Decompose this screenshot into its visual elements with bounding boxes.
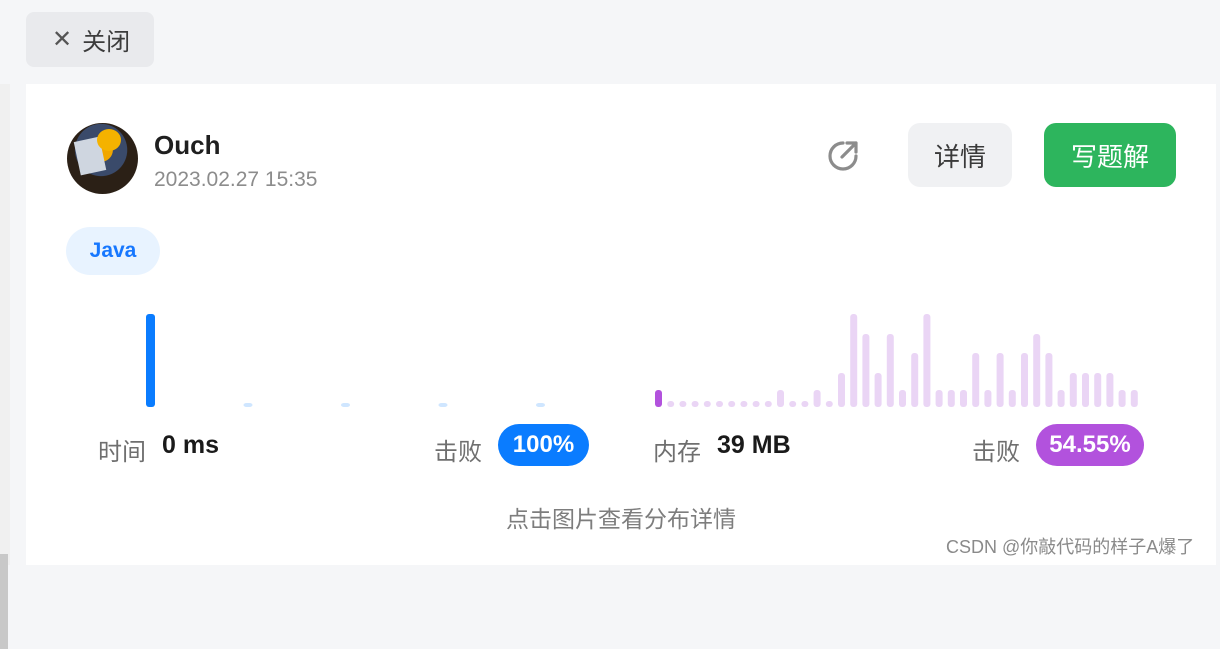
memory-distribution-bar[interactable] xyxy=(1045,353,1053,407)
distribution-hint[interactable]: 点击图片查看分布详情 xyxy=(26,500,1216,534)
memory-distribution-bar[interactable] xyxy=(899,390,906,407)
memory-distribution-bar[interactable] xyxy=(984,390,992,407)
memory-distribution-bar[interactable] xyxy=(789,401,797,407)
watermark: CSDN @你敲代码的样子A爆了 xyxy=(946,537,1195,557)
memory-distribution-bar[interactable] xyxy=(1130,390,1138,407)
memory-distribution-bar[interactable] xyxy=(703,401,711,407)
memory-distribution-bar[interactable] xyxy=(923,314,931,407)
memory-distribution-bar[interactable] xyxy=(691,401,699,407)
close-button[interactable]: ✕ 关闭 xyxy=(26,12,154,67)
memory-distribution-bar[interactable] xyxy=(1033,334,1041,407)
memory-distribution-bar[interactable] xyxy=(862,334,870,407)
runtime-beat-label: 击败 xyxy=(434,439,482,466)
distribution-chart[interactable] xyxy=(26,84,1216,424)
memory-distribution-bar[interactable] xyxy=(874,373,882,407)
memory-distribution-bar[interactable] xyxy=(728,401,736,407)
memory-distribution-bar[interactable] xyxy=(1057,390,1065,407)
runtime-distribution-bar[interactable] xyxy=(146,314,155,407)
memory-distribution-bar[interactable] xyxy=(996,353,1004,407)
left-edge xyxy=(0,84,10,649)
memory-distribution-bar[interactable] xyxy=(838,373,845,407)
memory-distribution-bar[interactable] xyxy=(752,401,760,407)
runtime-value: 0 ms xyxy=(162,431,219,459)
runtime-distribution-bar[interactable] xyxy=(243,403,253,407)
memory-distribution-bar[interactable] xyxy=(1118,390,1126,407)
memory-distribution-bar[interactable] xyxy=(667,401,675,407)
memory-distribution-bar[interactable] xyxy=(655,390,662,407)
memory-distribution-bar[interactable] xyxy=(911,353,919,407)
memory-beat-badge: 54.55% xyxy=(1036,424,1144,466)
memory-distribution-bar[interactable] xyxy=(801,401,809,407)
runtime-beat-badge: 100% xyxy=(498,424,589,466)
memory-beat-label: 击败 xyxy=(972,439,1020,466)
memory-distribution-bar[interactable] xyxy=(1008,390,1016,407)
memory-distribution-bar[interactable] xyxy=(777,390,784,407)
runtime-distribution-bar[interactable] xyxy=(536,403,545,407)
memory-distribution-bar[interactable] xyxy=(886,334,894,407)
memory-distribution-bar[interactable] xyxy=(1094,373,1102,407)
memory-label: 内存 xyxy=(653,439,701,466)
scrollbar-thumb[interactable] xyxy=(0,554,8,649)
memory-distribution-bar[interactable] xyxy=(764,401,772,407)
memory-distribution-bar[interactable] xyxy=(935,390,943,407)
top-bar: ✕ 关闭 xyxy=(0,0,1220,84)
memory-distribution-bar[interactable] xyxy=(740,401,748,407)
memory-distribution-bar[interactable] xyxy=(825,401,833,407)
memory-distribution-bar[interactable] xyxy=(679,401,687,407)
memory-distribution-bar[interactable] xyxy=(1069,373,1077,407)
memory-distribution-bar[interactable] xyxy=(947,390,955,407)
runtime-label: 时间 xyxy=(98,439,146,466)
memory-distribution-bar[interactable] xyxy=(1106,373,1114,407)
memory-distribution-bar[interactable] xyxy=(1082,373,1089,407)
runtime-distribution-bar[interactable] xyxy=(438,403,448,407)
submission-card: Ouch 2023.02.27 15:35 详情 写题解 Java 时间 0 m… xyxy=(26,84,1216,565)
close-label: 关闭 xyxy=(82,29,131,56)
memory-distribution-bar[interactable] xyxy=(960,390,967,407)
memory-distribution-bar[interactable] xyxy=(813,390,821,407)
memory-distribution-bar[interactable] xyxy=(716,401,723,407)
memory-value: 39 MB xyxy=(717,431,791,459)
memory-distribution-bar[interactable] xyxy=(1021,353,1028,407)
memory-distribution-bar[interactable] xyxy=(850,314,858,407)
close-icon: ✕ xyxy=(52,25,73,53)
runtime-distribution-bar[interactable] xyxy=(341,403,350,407)
memory-distribution-bar[interactable] xyxy=(972,353,980,407)
